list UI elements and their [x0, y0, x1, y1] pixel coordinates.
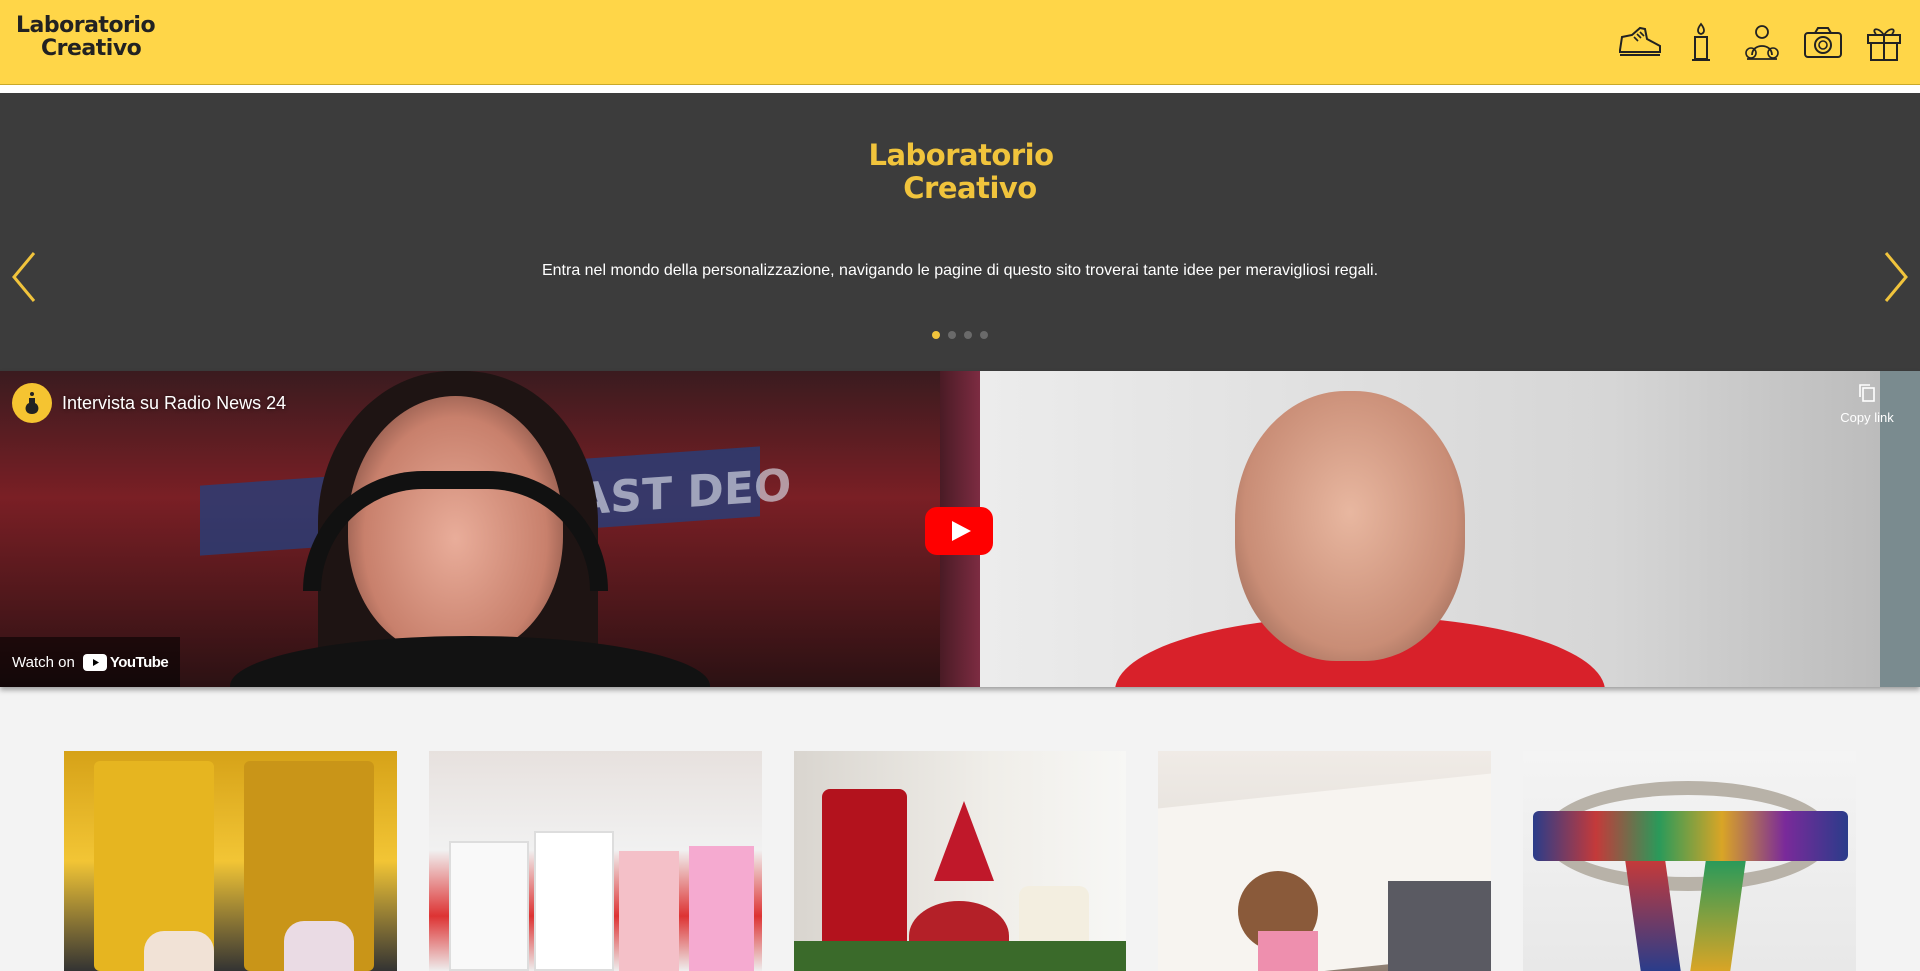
- hero-text: Entra nel mondo della personalizzazione,…: [541, 262, 1379, 279]
- sneaker-right: [284, 921, 354, 971]
- watch-on-label: Watch on: [12, 653, 75, 671]
- carousel-dot-4[interactable]: [980, 331, 988, 339]
- play-button[interactable]: [925, 507, 993, 555]
- hero-logo-line-2: Creativo: [903, 171, 1037, 205]
- chevron-right-icon: [1884, 252, 1908, 302]
- camera-icon[interactable]: [1800, 20, 1845, 64]
- product-card-candles[interactable]: [428, 751, 762, 971]
- site-header: Laboratorio Creativo: [0, 0, 1920, 85]
- sneaker-icon[interactable]: [1617, 20, 1662, 64]
- product-grid: [64, 751, 1856, 971]
- gift-icon[interactable]: [1861, 20, 1906, 64]
- copy-link-label: Copy link: [1840, 410, 1894, 425]
- product-card-christmas[interactable]: [793, 751, 1127, 971]
- copy-icon: [1859, 384, 1875, 402]
- candle-gift-4: [688, 846, 754, 971]
- product-card-belt[interactable]: [1523, 751, 1856, 971]
- candle-gift-2: [533, 831, 614, 971]
- carousel-dots: [932, 331, 988, 339]
- candle-icon[interactable]: [1678, 20, 1723, 64]
- logo-line-2: Creativo: [41, 36, 142, 61]
- category-nav: [1617, 20, 1906, 64]
- greenery: [793, 941, 1127, 971]
- carousel-dot-3[interactable]: [964, 331, 972, 339]
- carousel-prev-button[interactable]: [6, 249, 42, 305]
- chevron-left-icon: [12, 252, 36, 302]
- youtube-wordmark: YouTube: [109, 653, 169, 671]
- copy-link-button[interactable]: Copy link: [1832, 383, 1902, 425]
- youtube-embed[interactable]: ODCAST DEO Intervista su Radio News 24 C…: [0, 371, 1920, 687]
- flask-icon: [25, 392, 39, 414]
- carousel-dot-2[interactable]: [948, 331, 956, 339]
- header-divider: [0, 85, 1920, 93]
- candle-gift-1: [448, 841, 529, 971]
- tree-ornament: [933, 801, 994, 881]
- host-body: [230, 636, 710, 687]
- product-card-photobook[interactable]: [1158, 751, 1492, 971]
- hero-carousel: Laboratorio Creativo Entra nel mondo del…: [0, 93, 1920, 371]
- hero-logo: Laboratorio Creativo: [858, 139, 1064, 211]
- photo-print: [1388, 881, 1492, 971]
- painted-belt: [1533, 811, 1849, 861]
- youtube-logo-icon: [82, 653, 107, 671]
- site-logo[interactable]: Laboratorio Creativo: [16, 14, 156, 66]
- carousel-next-button[interactable]: [1878, 249, 1914, 305]
- logo-line-1: Laboratorio: [16, 13, 156, 38]
- product-card-sneakers[interactable]: [64, 751, 397, 971]
- hero-logo-line-1: Laboratorio: [868, 138, 1054, 172]
- channel-avatar[interactable]: [12, 383, 52, 423]
- teddy-dress: [1258, 931, 1319, 971]
- watch-on-youtube[interactable]: Watch on YouTube: [0, 637, 181, 687]
- video-thumbnail-guest: [980, 371, 1880, 687]
- youtube-logo: YouTube: [82, 653, 169, 671]
- baby-toys-icon[interactable]: [1739, 20, 1784, 64]
- sneaker-left: [144, 931, 214, 971]
- candle-gift-3: [618, 851, 679, 971]
- carousel-dot-1[interactable]: [932, 331, 940, 339]
- youtube-play-icon: [925, 507, 993, 555]
- guest-face: [1235, 391, 1465, 661]
- video-title[interactable]: Intervista su Radio News 24: [62, 393, 286, 414]
